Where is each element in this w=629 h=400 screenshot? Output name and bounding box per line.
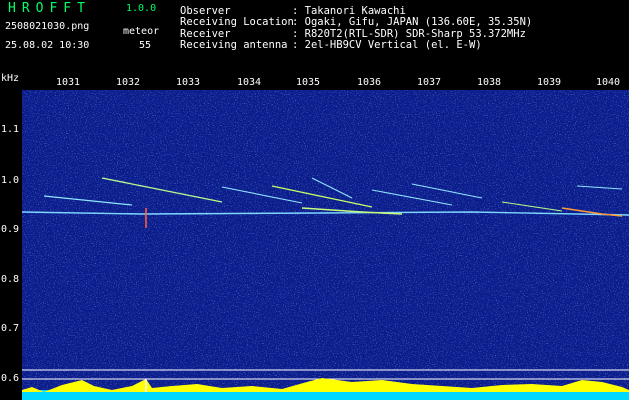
meteor-count: 55 [139,40,152,51]
x-tick-label: 1031 [55,77,81,88]
receiver-label: Receiver [180,28,231,40]
spectrogram-display [22,90,629,400]
x-tick-label: 1039 [536,77,562,88]
file-timestamp: 25.08.02 10:30 [5,40,90,51]
x-tick-label: 1040 [595,77,621,88]
spectrogram-noise [22,90,629,400]
y-tick-label: 1.0 [1,175,20,186]
observer-label: Observer [180,5,231,17]
meteor-label: meteor [123,26,160,37]
app-version: 1.0.0 [126,3,157,14]
observer-value: : Takanori Kawachi [292,5,406,17]
antenna-value: : 2el-HB9CV Vertical (el. E-W) [292,39,482,51]
file-name: 2508021030.png [5,21,90,32]
location-value: : Ogaki, Gifu, JAPAN (136.60E, 35.35N) [292,16,533,28]
header-panel: HROFFT 1.0.0 2508021030.png 25.08.02 10:… [0,0,629,76]
location-label: Receiving Location [180,16,294,28]
x-axis: 1031 1032 1033 1034 1035 1036 1037 1038 … [0,76,629,90]
x-tick-label: 1037 [416,77,442,88]
x-tick-label: 1036 [356,77,382,88]
y-tick-label: 0.6 [1,373,20,384]
y-tick-label: 0.8 [1,274,20,285]
x-tick-label: 1038 [476,77,502,88]
app-title: HROFFT [8,1,91,16]
x-tick-label: 1032 [115,77,141,88]
y-tick-label: 1.1 [1,124,20,135]
antenna-label: Receiving antenna [180,39,288,51]
x-tick-label: 1033 [175,77,201,88]
y-tick-label: 0.7 [1,323,20,334]
receiver-value: : R820T2(RTL-SDR) SDR-Sharp 53.372MHz [292,28,526,40]
y-tick-label: 0.9 [1,224,20,235]
x-tick-label: 1035 [295,77,321,88]
x-tick-label: 1034 [236,77,262,88]
